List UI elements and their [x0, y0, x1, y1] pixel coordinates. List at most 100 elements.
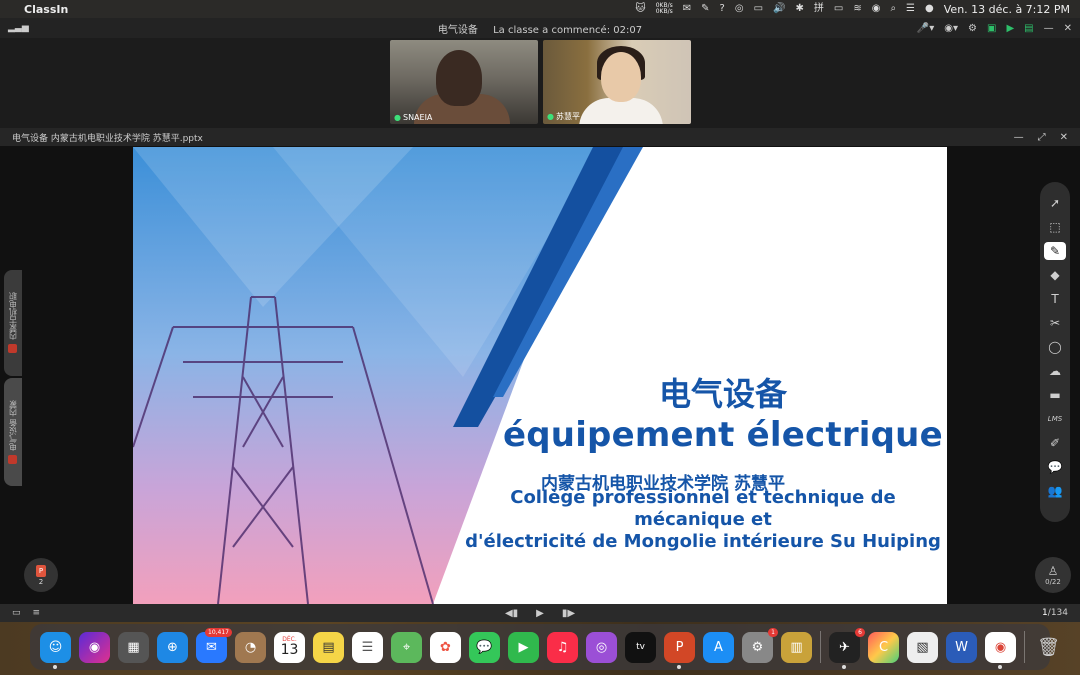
input-icon[interactable]: 拼: [814, 4, 824, 14]
tab-label: 内蒙古机电职: [8, 292, 18, 341]
facetime-icon[interactable]: ▶: [508, 631, 539, 663]
control-center-icon[interactable]: ☰: [906, 4, 915, 14]
ppt-icon: [8, 454, 18, 464]
fullscreen-icon[interactable]: ⤢: [1038, 132, 1046, 143]
powerpoint-icon[interactable]: P: [664, 631, 695, 669]
wifi-icon[interactable]: ≋: [853, 4, 861, 14]
trash-icon[interactable]: 🗑: [1033, 632, 1064, 663]
siri-icon[interactable]: ◉: [79, 631, 110, 663]
dock-separator: [1024, 631, 1025, 663]
network-speed: 0KB/s 0KB/s: [655, 2, 673, 15]
slide-title-cn: 电气设备: [658, 375, 787, 413]
minimize-icon[interactable]: —: [1014, 132, 1024, 143]
volume-icon[interactable]: 🔊: [773, 4, 785, 14]
bird-icon[interactable]: ✎: [701, 4, 709, 14]
cloud-icon[interactable]: ☁: [1044, 362, 1066, 380]
display-icon[interactable]: ▭: [754, 4, 763, 14]
playback-controls: ◀▮ ▶ ▮▶: [0, 608, 1080, 619]
mail-icon[interactable]: ✉: [683, 4, 691, 14]
document-controls: — ⤢ ✕: [1014, 132, 1068, 143]
siri-icon[interactable]: ●: [925, 4, 934, 14]
slide-view-controls: ▭ ≡: [12, 608, 40, 618]
select-icon[interactable]: ⬚: [1044, 218, 1066, 236]
spotlight-icon[interactable]: ⌕: [890, 4, 896, 14]
seat-icon: ♙: [1047, 564, 1059, 578]
apple-tv-icon[interactable]: tv: [625, 631, 656, 663]
classroom-header: ▂▃▅ 电气设备 La classe a commencé: 02:07 🎤▾ …: [0, 18, 1080, 38]
document-tab-active[interactable]: 电气设备 内蒙: [4, 378, 22, 486]
video-tile[interactable]: ● SNAEIA: [390, 40, 538, 124]
pen-icon[interactable]: ✎: [1044, 242, 1066, 260]
signal-icon: ▂▃▅: [8, 23, 29, 33]
document-tab[interactable]: 内蒙古机电职: [4, 270, 22, 376]
help-icon[interactable]: ?: [720, 4, 725, 14]
sidebar-toggle-icon[interactable]: ▭: [12, 608, 21, 618]
next-slide-icon[interactable]: ▮▶: [562, 608, 575, 619]
page-indicator[interactable]: 1/134: [1042, 608, 1068, 618]
podcasts-icon[interactable]: ◎: [586, 631, 617, 663]
word-icon[interactable]: W: [946, 631, 977, 663]
record-icon[interactable]: ▶: [1006, 23, 1014, 34]
user-icon[interactable]: ◉: [872, 4, 881, 14]
mail-icon[interactable]: ✉ 10,417: [196, 627, 232, 663]
slide-title-fr: équipement électrique: [503, 415, 943, 455]
control-icon[interactable]: ◎: [735, 4, 744, 14]
scissors-icon[interactable]: ✂: [1044, 314, 1066, 332]
layout-icon[interactable]: ▤: [1024, 23, 1033, 34]
safari-icon[interactable]: ⊕: [157, 631, 188, 663]
chat-icon[interactable]: 💬: [1044, 458, 1066, 476]
preview-icon[interactable]: ▧: [907, 631, 938, 663]
bluetooth-icon[interactable]: ✱: [795, 4, 803, 14]
maps-icon[interactable]: ⌖: [391, 631, 422, 663]
cs-app-icon[interactable]: C: [868, 631, 899, 663]
settings-icon[interactable]: ⚙: [968, 23, 977, 34]
battery-icon[interactable]: ▭: [834, 4, 843, 14]
minimize-icon[interactable]: —: [1044, 23, 1054, 34]
chrome-icon[interactable]: ◉: [985, 631, 1016, 669]
toolbox-icon[interactable]: ▬: [1044, 386, 1066, 404]
mic-icon: ●: [547, 112, 554, 121]
notes-icon[interactable]: ▤: [313, 631, 344, 663]
participant-head: [601, 52, 641, 102]
classin-icon[interactable]: ✈ 6: [829, 627, 865, 669]
author-line: Collège professionnel et technique de: [510, 487, 896, 508]
seat-button[interactable]: ♙ 0/22: [1035, 557, 1071, 593]
close-icon[interactable]: ✕: [1060, 132, 1068, 143]
app-name[interactable]: ClassIn: [24, 3, 68, 16]
cat-icon[interactable]: 🐱: [635, 4, 645, 14]
author-line: d'électricité de Mongolie intérieure Su …: [465, 531, 941, 552]
photos-icon[interactable]: ✿: [430, 631, 461, 663]
previous-slide-icon[interactable]: ◀▮: [505, 608, 518, 619]
messages-icon[interactable]: 💬: [469, 631, 500, 663]
lms-icon[interactable]: LMS: [1044, 410, 1066, 428]
calendar-icon[interactable]: DÉC. 13: [274, 631, 305, 663]
app-store-icon[interactable]: A: [703, 631, 734, 663]
archive-icon[interactable]: ▥: [781, 631, 812, 663]
system-preferences-icon[interactable]: ⚙ 1: [742, 627, 778, 663]
eraser-icon[interactable]: ◆: [1044, 266, 1066, 284]
music-icon[interactable]: ♫: [547, 631, 578, 663]
shape-icon[interactable]: ◯: [1044, 338, 1066, 356]
clock[interactable]: Ven. 13 déc. à 7:12 PM: [944, 3, 1070, 16]
close-icon[interactable]: ✕: [1064, 23, 1072, 34]
participant-head: [436, 50, 482, 106]
share-icon[interactable]: ▣: [987, 23, 996, 34]
pointer-icon[interactable]: ➚: [1044, 194, 1066, 212]
video-label: ● 苏慧平: [547, 111, 580, 122]
text-icon[interactable]: T: [1044, 290, 1066, 308]
microphone-icon[interactable]: 🎤▾: [917, 23, 934, 34]
files-button[interactable]: P 2: [24, 558, 58, 592]
presentation-slide[interactable]: 电气设备 équipement électrique 内蒙古机电职业技术学院 苏…: [133, 147, 947, 604]
mic-icon: ●: [394, 113, 401, 122]
play-icon[interactable]: ▶: [536, 608, 544, 619]
files-count: 2: [38, 577, 44, 586]
users-icon[interactable]: 👥: [1044, 482, 1066, 500]
speaker-icon[interactable]: ◉▾: [944, 23, 958, 34]
video-tile[interactable]: ● 苏慧平: [543, 40, 691, 124]
launchpad-icon[interactable]: ▦: [118, 631, 149, 663]
finder-icon[interactable]: ☺: [40, 631, 71, 669]
notes-icon[interactable]: ≡: [33, 608, 41, 618]
reminders-icon[interactable]: ☰: [352, 631, 383, 663]
contacts-icon[interactable]: ◔: [235, 631, 266, 663]
edit-icon[interactable]: ✐: [1044, 434, 1066, 452]
